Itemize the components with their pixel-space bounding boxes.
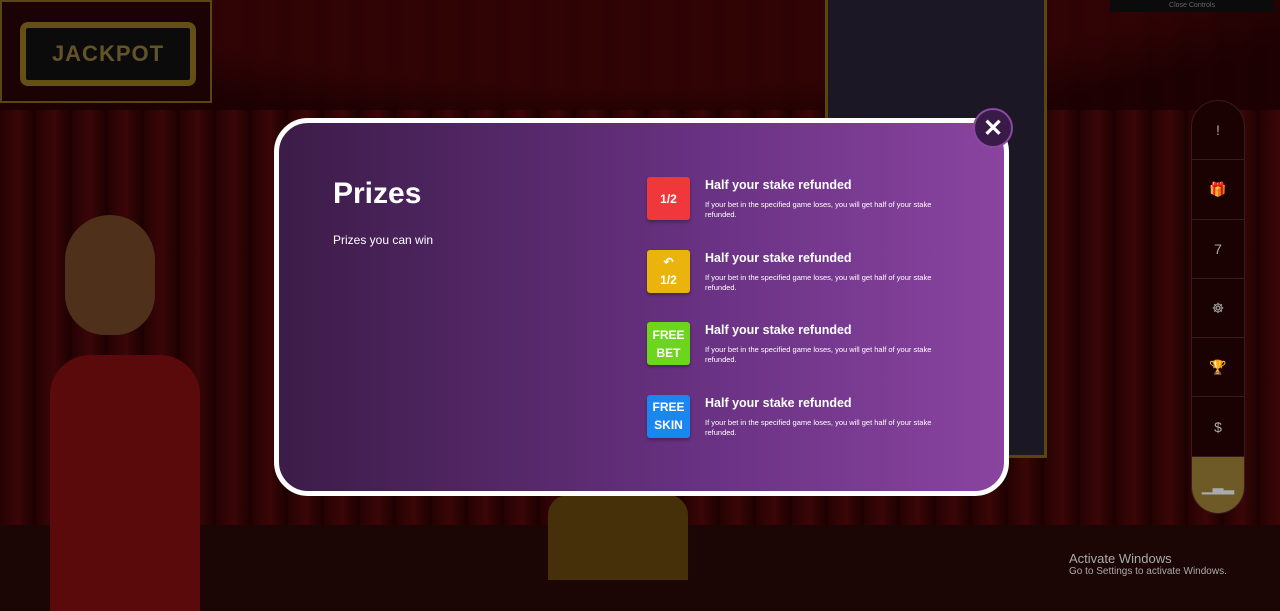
prize-item: 1/2 Half your stake refunded If your bet…	[647, 177, 947, 221]
prize-item: FREE SKIN Half your stake refunded If yo…	[647, 394, 947, 439]
prize-title: Half your stake refunded	[705, 178, 852, 192]
prize-description: If your bet in the specified game loses,…	[705, 200, 932, 219]
dollar-coin-icon: $	[1214, 418, 1222, 435]
alert-icon: !	[1216, 122, 1220, 139]
badge-line-1: FREE	[652, 327, 685, 342]
prize-description: If your bet in the specified game loses,…	[705, 345, 932, 364]
badge-line-2: 1/2	[660, 273, 677, 287]
side-menu-item-seven[interactable]: 7	[1192, 220, 1244, 279]
side-menu-item-dollar-coin[interactable]: $	[1192, 397, 1244, 457]
badge-line-1: FREE	[652, 400, 685, 414]
modal-subtitle: Prizes you can win	[333, 233, 434, 247]
watermark-title: Activate Windows	[1069, 551, 1172, 566]
prize-description: If your bet in the specified game loses,…	[705, 417, 932, 437]
seven-icon: 7	[1214, 240, 1222, 257]
side-menu: ! 🎁 7 ☸ 🏆 $ ▁▃▂	[1191, 100, 1245, 514]
prize-title: Half your stake refunded	[705, 250, 852, 265]
prize-title: Half your stake refunded	[705, 323, 852, 337]
badge-line-1: ↶	[663, 255, 674, 269]
page-title: Prizes	[333, 177, 422, 210]
side-menu-item-podium[interactable]: ▁▃▂	[1192, 456, 1244, 513]
prize-badge: 1/2	[647, 177, 690, 220]
prize-badge: FREE SKIN	[647, 394, 690, 438]
trophy-icon: 🏆	[1209, 358, 1227, 375]
prize-description: If your bet in the specified game loses,…	[705, 272, 932, 292]
windows-activation-watermark: Activate Windows Go to Settings to activ…	[1069, 551, 1227, 577]
prize-badge: FREE BET	[647, 322, 690, 365]
badge-line-2: SKIN	[654, 418, 683, 432]
prize-badge: ↶ 1/2	[647, 249, 690, 293]
badge-line-2: BET	[656, 345, 681, 360]
side-menu-item-ferris-wheel[interactable]: ☸	[1192, 279, 1244, 339]
prizes-modal: Prizes Prizes you can win 1/2 Half your …	[274, 118, 1009, 496]
watermark-text: Go to Settings to activate Windows.	[1069, 566, 1227, 577]
prize-item: FREE BET Half your stake refunded If you…	[647, 322, 947, 366]
prize-title: Half your stake refunded	[705, 395, 852, 410]
side-menu-item-alert[interactable]: !	[1192, 101, 1244, 161]
badge-line-1: 1/2	[660, 191, 677, 206]
ferris-wheel-icon: ☸	[1211, 299, 1225, 316]
prize-item: ↶ 1/2 Half your stake refunded If your b…	[647, 249, 947, 294]
podium-icon: ▁▃▂	[1201, 477, 1235, 494]
close-icon: ✕	[982, 114, 1004, 142]
close-controls-button[interactable]: Close Controls	[1110, 0, 1274, 12]
close-button[interactable]: ✕	[973, 108, 1013, 148]
side-menu-item-trophy[interactable]: 🏆	[1192, 338, 1244, 398]
side-menu-item-gift[interactable]: 🎁	[1192, 160, 1244, 220]
gift-icon: 🎁	[1209, 180, 1227, 197]
